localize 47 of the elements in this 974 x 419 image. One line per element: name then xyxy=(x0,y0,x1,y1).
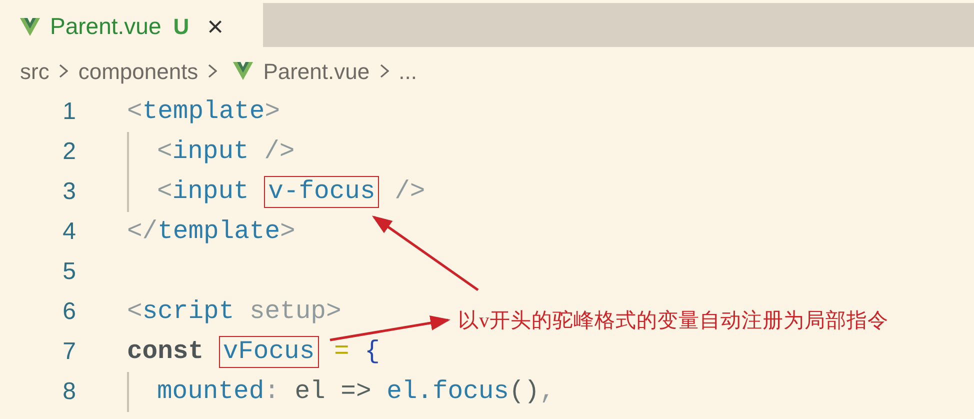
chevron-icon xyxy=(380,64,389,78)
highlighted-code: vFocus xyxy=(218,336,319,368)
code-token: < xyxy=(157,176,172,208)
untracked-status-letter: U xyxy=(173,13,190,41)
code-token: const xyxy=(127,336,205,368)
line-number: 8 xyxy=(62,377,76,407)
annotation-text: 以v开头的驼峰格式的变量自动注册为局部指令 xyxy=(458,308,888,334)
code-token: mounted xyxy=(157,376,264,408)
chevron-icon xyxy=(208,64,218,78)
breadcrumb-item[interactable]: src xyxy=(20,54,50,88)
code-token: el => xyxy=(294,376,372,408)
breadcrumb-item[interactable]: ... xyxy=(398,54,417,88)
close-button[interactable]: × xyxy=(207,12,224,40)
breadcrumb-item[interactable]: Parent.vue xyxy=(263,54,370,88)
line-number: 1 xyxy=(62,97,76,127)
code-token: > xyxy=(264,96,280,128)
tab-label: Parent.vue xyxy=(50,12,162,42)
code-token: , xyxy=(540,376,555,408)
line-number: 3 xyxy=(62,177,76,207)
chevron-icon xyxy=(59,64,68,78)
line-number: 4 xyxy=(62,217,76,247)
highlighted-code: v-focus xyxy=(264,176,380,208)
code-token: input xyxy=(172,176,250,208)
line-number: 7 xyxy=(62,337,76,367)
vue-logo-icon xyxy=(233,62,254,80)
line-number: 6 xyxy=(62,297,76,327)
code-token: : xyxy=(264,376,280,408)
code-token: { xyxy=(364,336,380,368)
code-token: template xyxy=(142,96,265,128)
code-token: < xyxy=(127,96,142,128)
code-token: > xyxy=(280,216,296,248)
code-token: setup> xyxy=(248,296,342,328)
line-number: 2 xyxy=(62,137,76,167)
code-token: template xyxy=(158,216,280,248)
code-token: </ xyxy=(127,216,158,248)
breadcrumb-item[interactable]: components xyxy=(78,54,198,88)
code-token: /> xyxy=(394,176,426,208)
line-number: 5 xyxy=(62,257,76,287)
code-token: < xyxy=(127,296,142,328)
code-token: < xyxy=(157,136,172,168)
code-token: script xyxy=(142,296,234,328)
code-token: () xyxy=(508,376,540,408)
code-token: el.focus xyxy=(386,376,509,408)
code-token: /> xyxy=(263,136,295,168)
code-token: input xyxy=(172,136,249,168)
vue-logo-icon xyxy=(20,18,40,36)
code-token: = xyxy=(332,336,350,368)
